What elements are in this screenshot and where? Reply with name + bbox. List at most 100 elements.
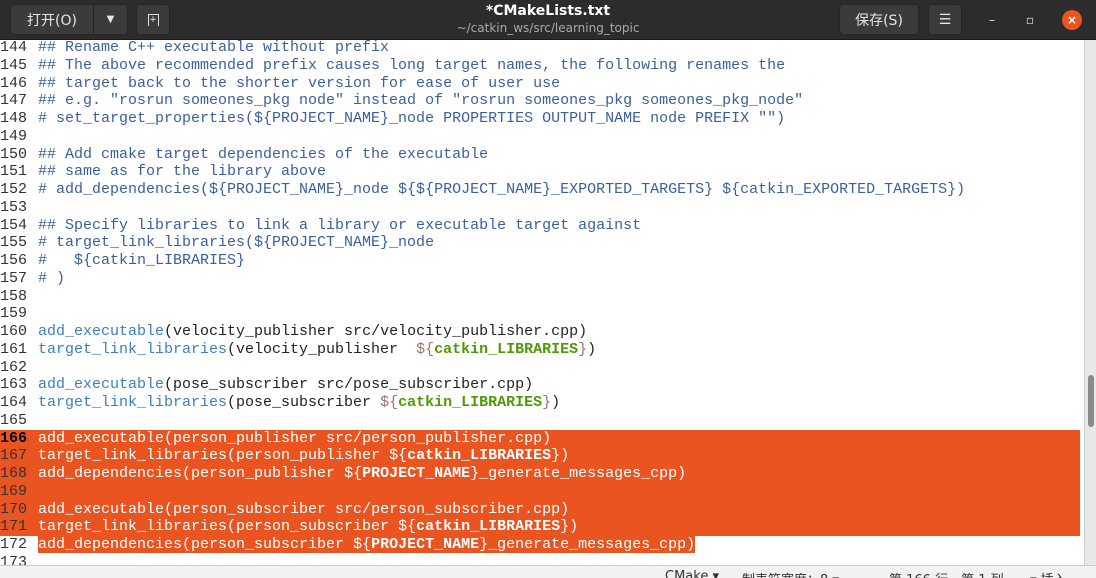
code-line[interactable]: 145 ## The above recommended prefix cause… [0,57,1080,75]
line-content: add_dependencies(person_publisher ${PROJ… [38,465,687,482]
token-text: (velocity_publisher [227,340,417,358]
line-number: 166 [0,429,28,447]
code-editor[interactable]: 144 ## Rename C++ executable without pref… [0,40,1084,565]
code-line[interactable]: 154 ## Specify libraries to link a librar… [0,217,1080,235]
token-comment: ## target back to the shorter version fo… [38,74,561,92]
hamburger-icon: ☰ [938,11,952,28]
close-icon: × [1066,13,1078,27]
language-selector[interactable]: CMake ▾ [665,569,719,578]
code-line[interactable]: 169 [0,482,1080,501]
code-line[interactable]: 158 [0,288,1080,306]
code-line[interactable]: 151 ## same as for the library above [0,163,1080,181]
line-number: 146 [0,74,28,92]
close-button[interactable]: × [1062,10,1082,30]
code-line[interactable]: 148 # set_target_properties(${PROJECT_NAM… [0,110,1080,128]
code-line[interactable]: 160 add_executable(velocity_publisher src… [0,323,1080,341]
code-line[interactable]: 165 [0,412,1080,430]
token-text: (person_subscriber [182,536,354,553]
code-line[interactable]: 171 target_link_libraries(person_subscrib… [0,518,1080,536]
code-line[interactable]: 146 ## target back to the shorter version… [0,75,1080,93]
token-comment: # add_dependencies(${PROJECT_NAME}_node … [38,181,966,198]
line-number: 157 [0,269,28,287]
code-line[interactable]: 167 target_link_libraries(person_publishe… [0,447,1080,465]
token-function: target_link_libraries [38,394,228,411]
code-line[interactable]: 153 [0,199,1080,217]
vertical-scrollbar[interactable] [1084,40,1096,565]
line-number: 152 [0,181,28,198]
line-content: # set_target_properties(${PROJECT_NAME}_… [38,110,785,127]
line-content: ## Rename C++ executable without prefix [38,40,389,56]
token-punctuation: } [470,465,480,482]
line-content: target_link_libraries(person_subscriber … [38,518,579,536]
code-line[interactable]: 164 target_link_libraries(pose_subscriber… [0,394,1080,412]
token-punctuation: ${ [398,518,417,536]
token-comment: # ) [38,269,66,287]
token-function: target_link_libraries [38,447,228,465]
menu-button[interactable]: ☰ [928,4,962,35]
token-function: add_executable [38,376,165,394]
line-content: # target_link_libraries(${PROJECT_NAME}_… [38,234,434,251]
code-line[interactable]: 163 add_executable(pose_subscriber src/po… [0,376,1080,394]
token-variable: PROJECT_NAME [371,536,480,553]
line-number: 144 [0,40,28,56]
token-variable: PROJECT_NAME [362,465,471,482]
line-number: 160 [0,323,28,340]
code-line[interactable]: 159 [0,305,1080,323]
token-variable: catkin_LIBRARIES [407,447,552,465]
code-line[interactable]: 144 ## Rename C++ executable without pref… [0,40,1080,57]
token-text: (person_publisher [227,447,390,465]
scrollbar-thumb[interactable] [1088,375,1094,427]
code-line[interactable]: 150 ## Add cmake target dependencies of t… [0,146,1080,164]
token-comment: # ${catkin_LIBRARIES} [38,252,246,269]
token-punctuation: ${ [389,447,408,465]
code-line[interactable]: 157 # ) [0,270,1080,288]
code-line[interactable]: 149 [0,128,1080,146]
code-line[interactable]: 168 add_dependencies(person_publisher ${P… [0,465,1080,483]
line-content: target_link_libraries(person_publisher $… [38,447,570,465]
token-text: (person_publisher src/person_publisher.c… [164,429,552,447]
line-number: 151 [0,163,28,181]
line-content: # ${catkin_LIBRARIES} [38,252,245,269]
line-number: 145 [0,56,28,74]
code-line[interactable]: 173 [0,554,1080,565]
code-line[interactable]: 166 add_executable(person_publisher src/p… [0,429,1080,448]
code-line[interactable]: 161 target_link_libraries(velocity_publis… [0,341,1080,359]
code-line[interactable]: 170 add_executable(person_subscriber src/… [0,500,1080,519]
line-number: 159 [0,305,28,323]
code-line[interactable]: 172 add_dependencies(person_subscriber ${… [0,536,1080,554]
token-function: add_dependencies [38,536,183,553]
token-punctuation: } [560,518,570,536]
token-text: ) [569,518,579,536]
token-variable: catkin_LIBRARIES [434,340,579,358]
token-text: ) [560,447,570,465]
cursor-position[interactable]: 第 166 行，第 1 列 [889,569,1004,578]
save-button[interactable]: 保存(S) [839,4,919,35]
line-number: 147 [0,92,28,110]
token-punctuation: ${ [380,394,399,411]
token-variable: catkin_LIBRARIES [416,518,561,536]
line-content: target_link_libraries(pose_subscriber ${… [38,394,560,411]
token-comment: # set_target_properties(${PROJECT_NAME}_… [38,110,786,127]
code-line[interactable]: 162 [0,359,1080,377]
minimize-icon: – [989,13,995,27]
token-function: add_executable [38,323,165,340]
minimize-button[interactable]: – [982,10,1002,30]
token-text: (person_subscriber src/person_subscriber… [164,500,570,518]
code-line[interactable]: 152 # add_dependencies(${PROJECT_NAME}_no… [0,181,1080,199]
code-line[interactable]: 156 # ${catkin_LIBRARIES} [0,252,1080,270]
line-number: 163 [0,376,28,394]
token-punctuation: ${ [416,340,435,358]
tab-width-selector[interactable]: 制表符宽度：8 ▾ [742,569,839,578]
line-content: add_dependencies(person_subscriber ${PRO… [38,536,696,553]
token-text: ) [587,340,597,358]
line-content: ## Specify libraries to link a library o… [38,217,641,234]
code-line[interactable]: 155 # target_link_libraries(${PROJECT_NAM… [0,234,1080,252]
maximize-button[interactable]: ▫ [1020,10,1040,30]
line-content: add_executable(pose_subscriber src/pose_… [38,376,533,393]
token-comment: ## same as for the library above [38,163,327,181]
token-punctuation: } [578,340,588,358]
code-line[interactable]: 147 ## e.g. "rosrun someones_pkg node" in… [0,92,1080,110]
line-number: 150 [0,145,28,163]
token-function: add_dependencies [38,465,183,482]
token-comment: ## Rename C++ executable without prefix [38,40,390,56]
